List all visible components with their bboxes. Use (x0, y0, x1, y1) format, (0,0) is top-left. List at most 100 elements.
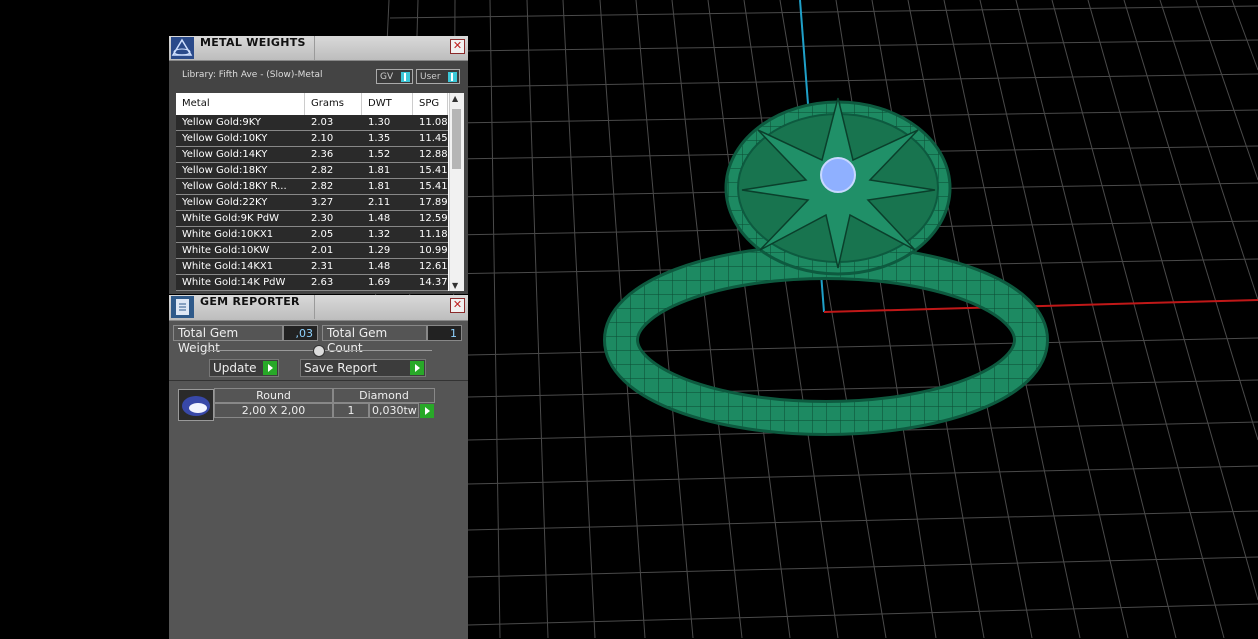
round-gem-icon[interactable] (178, 389, 214, 421)
library-label: Library: Fifth Ave - (Slow)-Metal (182, 70, 323, 80)
gem-material: Diamond (333, 388, 435, 403)
total-gem-weight-value: ,03 (283, 325, 318, 341)
cell-metal: White Gold:10KX1 (182, 229, 274, 240)
cell-metal: White Gold:14KX1 (182, 261, 274, 272)
scrollbar-thumb[interactable] (452, 109, 461, 169)
metal-weights-title: METAL WEIGHTS (200, 36, 306, 49)
total-gem-weight-label: Total Gem Weight (173, 325, 283, 355)
cell-metal: White Gold:14K PdW (182, 277, 286, 288)
titlebar-divider (314, 36, 315, 60)
table-row[interactable]: Yellow Gold:14KY 2.36 1.52 12.88 (176, 147, 448, 163)
gem-list: Round Diamond 2,00 X 2,00 1 0,030tw (169, 380, 468, 639)
cell-dwt: 1.81 (368, 165, 391, 176)
cell-metal: Yellow Gold:18KY (182, 165, 268, 176)
column-header-dwt[interactable]: DWT (362, 93, 413, 115)
gem-go-button[interactable] (420, 404, 434, 418)
matrix-logo-icon (171, 37, 194, 59)
table-row[interactable]: White Gold:10KX1 2.05 1.32 11.18 (176, 227, 448, 243)
gv-toggle[interactable]: GV (376, 69, 413, 84)
cell-dwt: 1.81 (368, 181, 391, 192)
metal-weights-titlebar[interactable]: METAL WEIGHTS ✕ (169, 36, 468, 61)
cell-dwt: 1.32 (368, 229, 391, 240)
toggle-indicator-icon (448, 72, 457, 82)
cell-spg: 11.08 (419, 117, 448, 128)
gem-report-icon (171, 296, 194, 318)
cell-grams: 2.30 (311, 213, 334, 224)
titlebar-divider (314, 295, 315, 319)
cell-spg: 15.41 (419, 165, 448, 176)
cell-grams: 2.36 (311, 149, 334, 160)
cell-grams: 2.10 (311, 133, 334, 144)
toggle-indicator-icon (401, 72, 410, 82)
cell-metal: Yellow Gold:22KY (182, 197, 268, 208)
cell-spg: 10.99 (419, 245, 448, 256)
gem-reporter-title: GEM REPORTER (200, 295, 300, 308)
cell-spg: 12.59 (419, 213, 448, 224)
table-row[interactable]: Yellow Gold:9KY 2.03 1.30 11.08 (176, 115, 448, 131)
cell-dwt: 1.30 (368, 117, 391, 128)
viewport-grid (359, 0, 1258, 638)
table-row[interactable]: White Gold:14K PdW 2.63 1.69 14.37 (176, 275, 448, 291)
table-row[interactable]: White Gold:9K PdW 2.30 1.48 12.59 (176, 211, 448, 227)
cell-grams: 2.03 (311, 117, 334, 128)
ring-model[interactable] (603, 97, 1049, 436)
scroll-up-icon[interactable]: ▲ (452, 94, 458, 103)
cell-dwt: 2.11 (368, 197, 391, 208)
cell-metal: Yellow Gold:18KY R... (182, 181, 287, 192)
gem-size: 2,00 X 2,00 (214, 403, 333, 418)
column-header-metal[interactable]: Metal (176, 93, 305, 115)
metal-weights-rows: Yellow Gold:9KY 2.03 1.30 11.08 Yellow Gold:… (176, 115, 448, 291)
scroll-down-icon[interactable]: ▼ (452, 281, 458, 290)
column-header-spg[interactable]: SPG (413, 93, 448, 115)
cell-spg: 11.45 (419, 133, 448, 144)
total-gem-count-value: 1 (427, 325, 462, 341)
cell-metal: Yellow Gold:9KY (182, 117, 261, 128)
cell-dwt: 1.35 (368, 133, 391, 144)
cell-metal: White Gold:9K PdW (182, 213, 279, 224)
update-button-label: Update (213, 361, 257, 375)
cell-spg: 12.88 (419, 149, 448, 160)
cell-spg: 17.89 (419, 197, 448, 208)
save-report-label: Save Report (304, 361, 378, 375)
table-row[interactable]: Yellow Gold:22KY 3.27 2.11 17.89 (176, 195, 448, 211)
play-arrow-icon (263, 361, 277, 375)
cell-grams: 3.27 (311, 197, 334, 208)
cell-metal: White Gold:10KW (182, 245, 270, 256)
cell-grams: 2.01 (311, 245, 334, 256)
cell-dwt: 1.69 (368, 277, 391, 288)
table-row[interactable]: Yellow Gold:10KY 2.10 1.35 11.45 (176, 131, 448, 147)
table-row[interactable]: Yellow Gold:18KY 2.82 1.81 15.41 (176, 163, 448, 179)
gem-reporter-panel: GEM REPORTER ✕ Total Gem Weight ,03 Tota… (169, 295, 468, 639)
table-row[interactable]: Yellow Gold:18KY R... 2.82 1.81 15.41 (176, 179, 448, 195)
cell-grams: 2.31 (311, 261, 334, 272)
cell-grams: 2.82 (311, 165, 334, 176)
splitter-handle[interactable] (313, 345, 325, 357)
cell-spg: 14.37 (419, 277, 448, 288)
vertical-scrollbar[interactable]: ▲ ▼ (449, 93, 464, 291)
save-report-button[interactable]: Save Report (300, 359, 426, 377)
cell-grams: 2.05 (311, 229, 334, 240)
table-row[interactable]: White Gold:10KW 2.01 1.29 10.99 (176, 243, 448, 259)
user-toggle[interactable]: User (416, 69, 460, 84)
metal-weights-panel: METAL WEIGHTS ✕ Library: Fifth Ave - (Sl… (169, 36, 468, 294)
close-icon[interactable]: ✕ (450, 39, 465, 54)
cell-dwt: 1.48 (368, 261, 391, 272)
cell-spg: 11.18 (419, 229, 448, 240)
update-button[interactable]: Update (209, 359, 279, 377)
play-arrow-icon (425, 407, 430, 415)
cell-spg: 12.61 (419, 261, 448, 272)
table-row[interactable]: White Gold:14KX1 2.31 1.48 12.61 (176, 259, 448, 275)
gem-weight: 0,030tw (369, 403, 419, 418)
gem-count: 1 (333, 403, 369, 418)
cell-metal: Yellow Gold:10KY (182, 133, 268, 144)
close-icon[interactable]: ✕ (450, 298, 465, 313)
cell-grams: 2.63 (311, 277, 334, 288)
column-header-grams[interactable]: Grams (305, 93, 362, 115)
x-axis (823, 299, 1258, 313)
cell-metal: Yellow Gold:14KY (182, 149, 268, 160)
play-arrow-icon (410, 361, 424, 375)
gem-shape: Round (214, 388, 333, 403)
cell-dwt: 1.29 (368, 245, 391, 256)
gem-reporter-titlebar[interactable]: GEM REPORTER ✕ (169, 295, 468, 321)
cell-dwt: 1.52 (368, 149, 391, 160)
